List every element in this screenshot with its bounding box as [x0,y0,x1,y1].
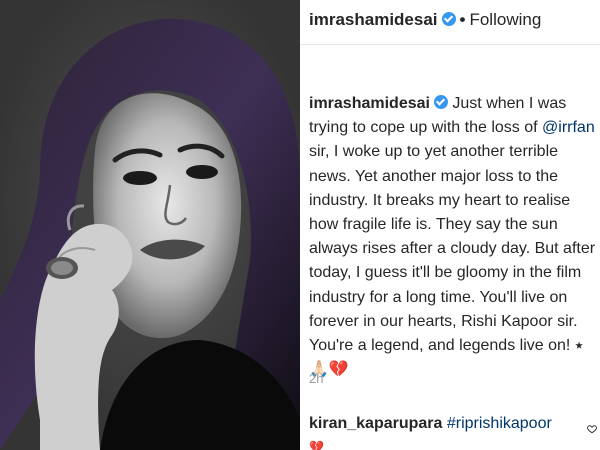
post-header: imrashamidesai • Following [300,0,600,45]
mention-link[interactable]: @irrfan [542,119,595,136]
post-timestamp[interactable]: 2h [309,371,323,386]
comment-username[interactable]: kiran_kaparupara [309,415,442,432]
post-caption: imrashamidesai Just when I was trying to… [309,92,599,382]
verified-badge-icon [441,12,456,26]
person-portrait-icon [0,0,300,450]
comment-row: kiran_kaparupara #riprishikapoor [309,415,600,433]
like-comment-heart-icon[interactable] [587,424,597,434]
post-author: imrashamidesai • Following [309,10,541,30]
comment-emoji: 💔 [309,440,324,450]
verified-badge-icon [433,95,448,109]
post-photo[interactable] [0,0,300,450]
caption-text-2: sir, I woke up to yet another terrible n… [309,143,596,355]
separator-dot: • [459,10,466,29]
caption-username[interactable]: imrashamidesai [309,95,430,112]
author-username[interactable]: imrashamidesai [309,10,438,29]
comment-hashtag[interactable]: #riprishikapoor [447,415,552,432]
post-panel: imrashamidesai • Following imrashamidesai … [300,0,600,450]
following-button[interactable]: Following [469,10,541,29]
